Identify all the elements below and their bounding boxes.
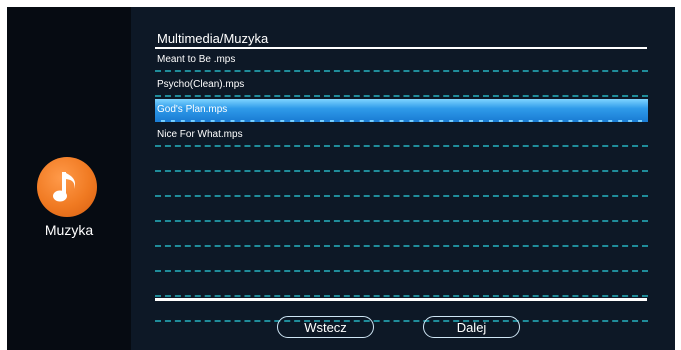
empty-row bbox=[155, 299, 648, 322]
app-label: Muzyka bbox=[44, 222, 94, 238]
track-label: Nice For What.mps bbox=[157, 129, 243, 140]
track-label: God's Plan.mps bbox=[157, 104, 228, 115]
track-row[interactable]: Nice For What.mps bbox=[155, 124, 648, 147]
empty-row bbox=[155, 199, 648, 222]
empty-row bbox=[155, 249, 648, 272]
page-title: Multimedia/Muzyka bbox=[157, 31, 269, 46]
back-button[interactable]: Wstecz bbox=[277, 316, 374, 338]
bottom-divider bbox=[155, 298, 647, 301]
music-app-button[interactable] bbox=[37, 157, 97, 217]
next-button[interactable]: Dalej bbox=[423, 316, 520, 338]
track-label: Psycho(Clean).mps bbox=[157, 79, 245, 90]
track-list: Meant to Be .mps Psycho(Clean).mps God's… bbox=[155, 49, 648, 324]
music-note-icon bbox=[53, 172, 76, 202]
track-row[interactable]: Meant to Be .mps bbox=[155, 49, 648, 72]
screen: Muzyka Multimedia/Muzyka Meant to Be .mp… bbox=[7, 7, 675, 350]
track-row[interactable]: Psycho(Clean).mps bbox=[155, 74, 648, 97]
empty-row bbox=[155, 174, 648, 197]
sidebar: Muzyka bbox=[7, 7, 131, 350]
empty-row bbox=[155, 274, 648, 297]
empty-row bbox=[155, 149, 648, 172]
content-panel: Multimedia/Muzyka Meant to Be .mps Psych… bbox=[131, 7, 675, 350]
track-row-selected[interactable]: God's Plan.mps bbox=[155, 99, 648, 122]
track-label: Meant to Be .mps bbox=[157, 54, 236, 65]
empty-row bbox=[155, 224, 648, 247]
